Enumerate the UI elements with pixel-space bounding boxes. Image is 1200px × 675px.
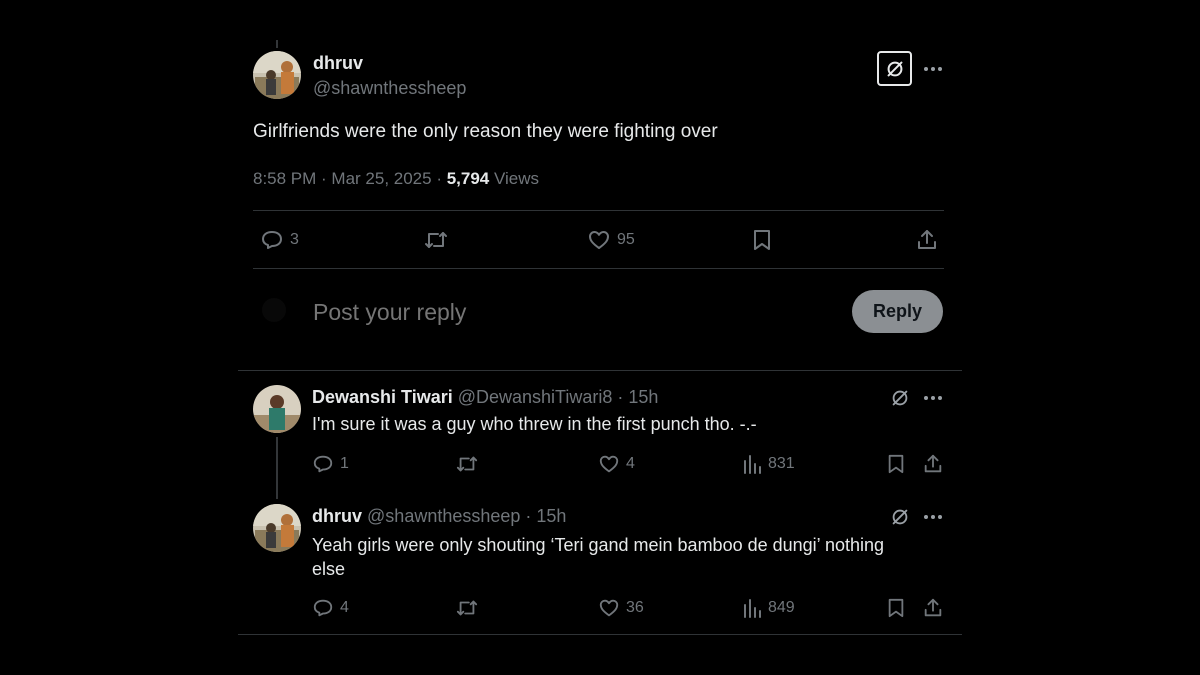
heart-icon	[589, 231, 609, 249]
divider	[253, 210, 944, 211]
more-icon	[924, 67, 942, 71]
share-icon	[924, 598, 942, 617]
more-options-button[interactable]	[922, 389, 944, 412]
avatar[interactable]	[253, 385, 301, 433]
thread-connector	[276, 437, 278, 499]
post-text: Girlfriends were the only reason they we…	[253, 121, 718, 142]
reply-text-line: Yeah girls were only shouting ‘Teri gand…	[312, 535, 885, 555]
comment-icon	[313, 455, 333, 473]
reply-author-handle[interactable]: @shawnthessheep · 15h	[367, 506, 566, 526]
post-meta: 8:58 PM · Mar 25, 2025 · 5,794 Views	[253, 169, 539, 189]
avatar[interactable]	[253, 504, 301, 552]
divider	[238, 370, 962, 371]
analytics-icon	[744, 599, 761, 618]
heart-icon	[599, 455, 619, 473]
reply-author-handle[interactable]: @DewanshiTiwari8 · 15h	[458, 387, 659, 407]
share-icon	[924, 454, 942, 473]
reply-header: dhruv @shawnthessheep · 15h	[312, 506, 566, 527]
comment-icon	[262, 231, 282, 249]
post-timestamp[interactable]: 8:58 PM · Mar 25, 2025 ·	[253, 169, 447, 188]
views-count: 5,794	[446, 169, 490, 188]
bookmark-icon	[888, 598, 904, 618]
heart-icon	[599, 599, 619, 617]
more-icon	[924, 396, 942, 400]
views-button[interactable]: 831	[742, 453, 795, 475]
analytics-icon	[744, 455, 761, 474]
like-count: 95	[617, 231, 635, 248]
like-button[interactable]: 36	[598, 597, 644, 619]
grok-button[interactable]	[889, 387, 911, 414]
share-button[interactable]	[915, 228, 939, 252]
bookmark-icon	[888, 454, 904, 474]
repost-icon	[456, 456, 478, 472]
repost-button[interactable]	[423, 228, 449, 252]
comment-icon	[313, 599, 333, 617]
grok-icon	[892, 390, 908, 406]
like-count: 36	[626, 599, 644, 616]
reply-text: I'm sure it was a guy who threw in the f…	[312, 414, 757, 434]
reply-button[interactable]: 3	[260, 228, 299, 252]
grok-icon	[892, 509, 908, 525]
reply-button[interactable]: 1	[312, 453, 349, 475]
repost-button[interactable]	[455, 453, 479, 475]
like-count: 4	[626, 455, 635, 472]
reply-count: 4	[340, 599, 349, 616]
reply-count: 1	[340, 455, 349, 472]
share-icon	[918, 230, 936, 249]
reply-submit-button[interactable]: Reply	[852, 290, 943, 333]
bookmark-button[interactable]	[751, 228, 773, 252]
reply-author-name[interactable]: Dewanshi Tiwari	[312, 387, 453, 407]
divider	[238, 634, 962, 635]
grok-button[interactable]	[889, 506, 911, 533]
reply-author-name[interactable]: dhruv	[312, 506, 362, 526]
view-count: 849	[768, 599, 795, 616]
reply-composer-avatar	[262, 298, 286, 322]
reply-text: Yeah girls were only shouting ‘Teri gand…	[312, 533, 884, 581]
like-button[interactable]: 95	[587, 228, 635, 252]
author-handle[interactable]: @shawnthessheep	[313, 78, 466, 99]
thread-connector-top	[276, 40, 278, 48]
avatar[interactable]	[253, 51, 301, 99]
view-count: 831	[768, 455, 795, 472]
reply-count: 3	[290, 231, 299, 248]
bookmark-button[interactable]	[886, 453, 906, 475]
more-icon	[924, 515, 942, 519]
reply-header: Dewanshi Tiwari @DewanshiTiwari8 · 15h	[312, 387, 658, 408]
repost-icon	[425, 232, 447, 248]
repost-icon	[456, 600, 478, 616]
bookmark-icon	[754, 230, 770, 250]
grok-button[interactable]	[877, 51, 912, 86]
like-button[interactable]: 4	[598, 453, 635, 475]
views-button[interactable]: 849	[742, 597, 795, 619]
more-options-button[interactable]	[922, 60, 944, 78]
divider	[253, 268, 944, 269]
reply-text-line: else	[312, 559, 346, 579]
grok-icon	[887, 61, 902, 76]
share-button[interactable]	[922, 453, 944, 475]
views-label: Views	[493, 169, 540, 188]
bookmark-button[interactable]	[886, 597, 906, 619]
repost-button[interactable]	[455, 597, 479, 619]
author-name[interactable]: dhruv	[313, 53, 363, 74]
reply-input[interactable]	[313, 294, 833, 330]
reply-button[interactable]: 4	[312, 597, 349, 619]
reply-submit-label: Reply	[872, 301, 923, 321]
more-options-button[interactable]	[922, 508, 944, 531]
share-button[interactable]	[922, 597, 944, 619]
